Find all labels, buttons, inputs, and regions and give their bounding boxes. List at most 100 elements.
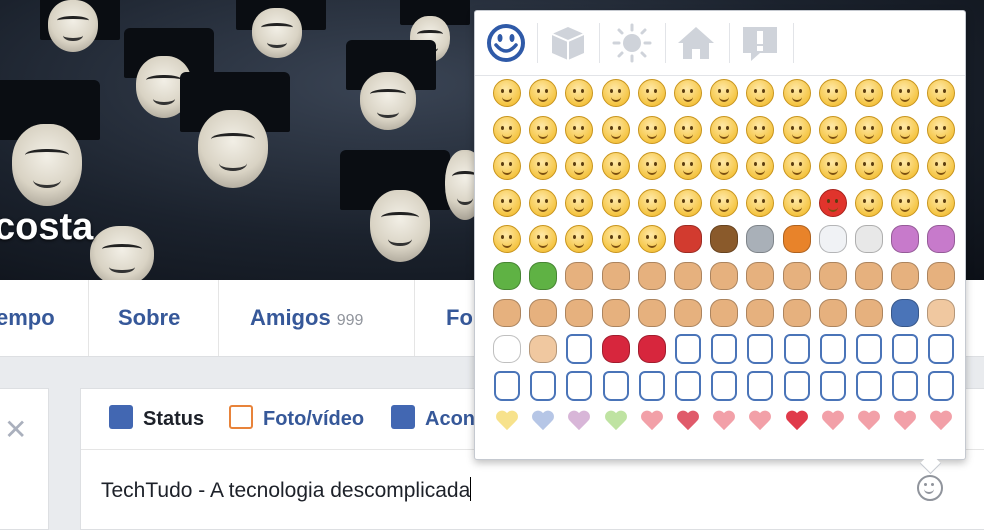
- emoji-person[interactable]: [489, 295, 525, 331]
- emoji-hand[interactable]: [779, 368, 815, 404]
- emoji-heart-purple[interactable]: [561, 404, 597, 440]
- emoji-hand[interactable]: [887, 331, 923, 367]
- emoji-heart-yellow[interactable]: [489, 404, 525, 440]
- nav-about[interactable]: Sobre: [118, 280, 180, 356]
- emoji-ear[interactable]: [923, 295, 959, 331]
- emoji-devil[interactable]: [923, 221, 959, 257]
- emoji-skull[interactable]: [851, 221, 887, 257]
- emoji-face[interactable]: [634, 112, 670, 148]
- emoji-person[interactable]: [598, 258, 634, 294]
- emoji-heart-pink[interactable]: [706, 404, 742, 440]
- emoji-hand[interactable]: [670, 368, 706, 404]
- emoji-hand[interactable]: [561, 368, 597, 404]
- emoji-face[interactable]: [670, 148, 706, 184]
- emoji-face[interactable]: [851, 75, 887, 111]
- emoji-person[interactable]: [598, 295, 634, 331]
- emoji-face[interactable]: [525, 75, 561, 111]
- emoji-face[interactable]: [598, 221, 634, 257]
- emoji-face[interactable]: [489, 221, 525, 257]
- emoji-nose[interactable]: [525, 331, 561, 367]
- emoji-face[interactable]: [525, 185, 561, 221]
- emoji-alien[interactable]: [525, 258, 561, 294]
- emoji-face[interactable]: [742, 112, 778, 148]
- emoji-person[interactable]: [634, 295, 670, 331]
- emoji-hand[interactable]: [815, 331, 851, 367]
- emoji-face[interactable]: [706, 185, 742, 221]
- tab-symbols[interactable]: [737, 23, 783, 63]
- emoji-person[interactable]: [851, 295, 887, 331]
- emoji-red[interactable]: [815, 185, 851, 221]
- emoji-hand[interactable]: [923, 331, 959, 367]
- emoji-face[interactable]: [815, 148, 851, 184]
- emoji-hand[interactable]: [742, 368, 778, 404]
- emoji-person[interactable]: [670, 258, 706, 294]
- emoji-face[interactable]: [923, 75, 959, 111]
- emoji-person[interactable]: [742, 295, 778, 331]
- emoji-hand[interactable]: [923, 368, 959, 404]
- emoji-heart-pink[interactable]: [815, 404, 851, 440]
- emoji-face[interactable]: [634, 148, 670, 184]
- emoji-devil[interactable]: [887, 221, 923, 257]
- emoji-pumpkin[interactable]: [779, 221, 815, 257]
- emoji-person[interactable]: [561, 258, 597, 294]
- emoji-hand[interactable]: [779, 331, 815, 367]
- emoji-face[interactable]: [815, 112, 851, 148]
- tab-places[interactable]: [673, 23, 719, 63]
- emoji-person[interactable]: [923, 258, 959, 294]
- emoji-person[interactable]: [525, 295, 561, 331]
- emoji-hand[interactable]: [598, 368, 634, 404]
- emoji-hand[interactable]: [742, 331, 778, 367]
- emoji-hand[interactable]: [561, 331, 597, 367]
- emoji-hand[interactable]: [525, 368, 561, 404]
- emoji-person[interactable]: [815, 258, 851, 294]
- emoji-button[interactable]: [917, 475, 943, 501]
- emoji-heart-pink[interactable]: [851, 404, 887, 440]
- emoji-face[interactable]: [670, 185, 706, 221]
- emoji-face[interactable]: [923, 112, 959, 148]
- emoji-face[interactable]: [598, 185, 634, 221]
- emoji-person[interactable]: [706, 258, 742, 294]
- emoji-face[interactable]: [742, 185, 778, 221]
- close-icon[interactable]: ✕: [4, 413, 27, 446]
- emoji-hand[interactable]: [634, 368, 670, 404]
- emoji-heart-blue[interactable]: [525, 404, 561, 440]
- emoji-face[interactable]: [851, 112, 887, 148]
- emoji-hand[interactable]: [706, 331, 742, 367]
- emoji-heart-pink[interactable]: [923, 404, 959, 440]
- emoji-face[interactable]: [598, 75, 634, 111]
- emoji-poo[interactable]: [706, 221, 742, 257]
- emoji-face[interactable]: [634, 185, 670, 221]
- emoji-face[interactable]: [779, 112, 815, 148]
- emoji-face[interactable]: [779, 148, 815, 184]
- tab-objects[interactable]: [545, 23, 591, 63]
- emoji-face[interactable]: [670, 112, 706, 148]
- emoji-face[interactable]: [923, 148, 959, 184]
- emoji-face[interactable]: [706, 75, 742, 111]
- emoji-face[interactable]: [887, 112, 923, 148]
- emoji-hand[interactable]: [670, 331, 706, 367]
- emoji-hand[interactable]: [851, 331, 887, 367]
- emoji-face[interactable]: [634, 221, 670, 257]
- emoji-person[interactable]: [815, 295, 851, 331]
- emoji-face[interactable]: [670, 75, 706, 111]
- tab-status[interactable]: Status: [109, 405, 204, 433]
- emoji-face[interactable]: [887, 148, 923, 184]
- emoji-person[interactable]: [887, 258, 923, 294]
- emoji-face[interactable]: [489, 148, 525, 184]
- emoji-lips[interactable]: [598, 331, 634, 367]
- nav-timeline[interactable]: empo: [0, 280, 55, 356]
- emoji-face[interactable]: [598, 148, 634, 184]
- emoji-robot[interactable]: [742, 221, 778, 257]
- emoji-hand[interactable]: [851, 368, 887, 404]
- emoji-face[interactable]: [779, 75, 815, 111]
- tab-life-event[interactable]: Acon: [391, 405, 475, 433]
- emoji-face[interactable]: [525, 112, 561, 148]
- emoji-face[interactable]: [742, 75, 778, 111]
- emoji-person[interactable]: [634, 258, 670, 294]
- emoji-person[interactable]: [561, 295, 597, 331]
- emoji-eyes[interactable]: [489, 331, 525, 367]
- emoji-face[interactable]: [489, 112, 525, 148]
- emoji-alien[interactable]: [489, 258, 525, 294]
- emoji-heart-green[interactable]: [598, 404, 634, 440]
- emoji-face[interactable]: [598, 112, 634, 148]
